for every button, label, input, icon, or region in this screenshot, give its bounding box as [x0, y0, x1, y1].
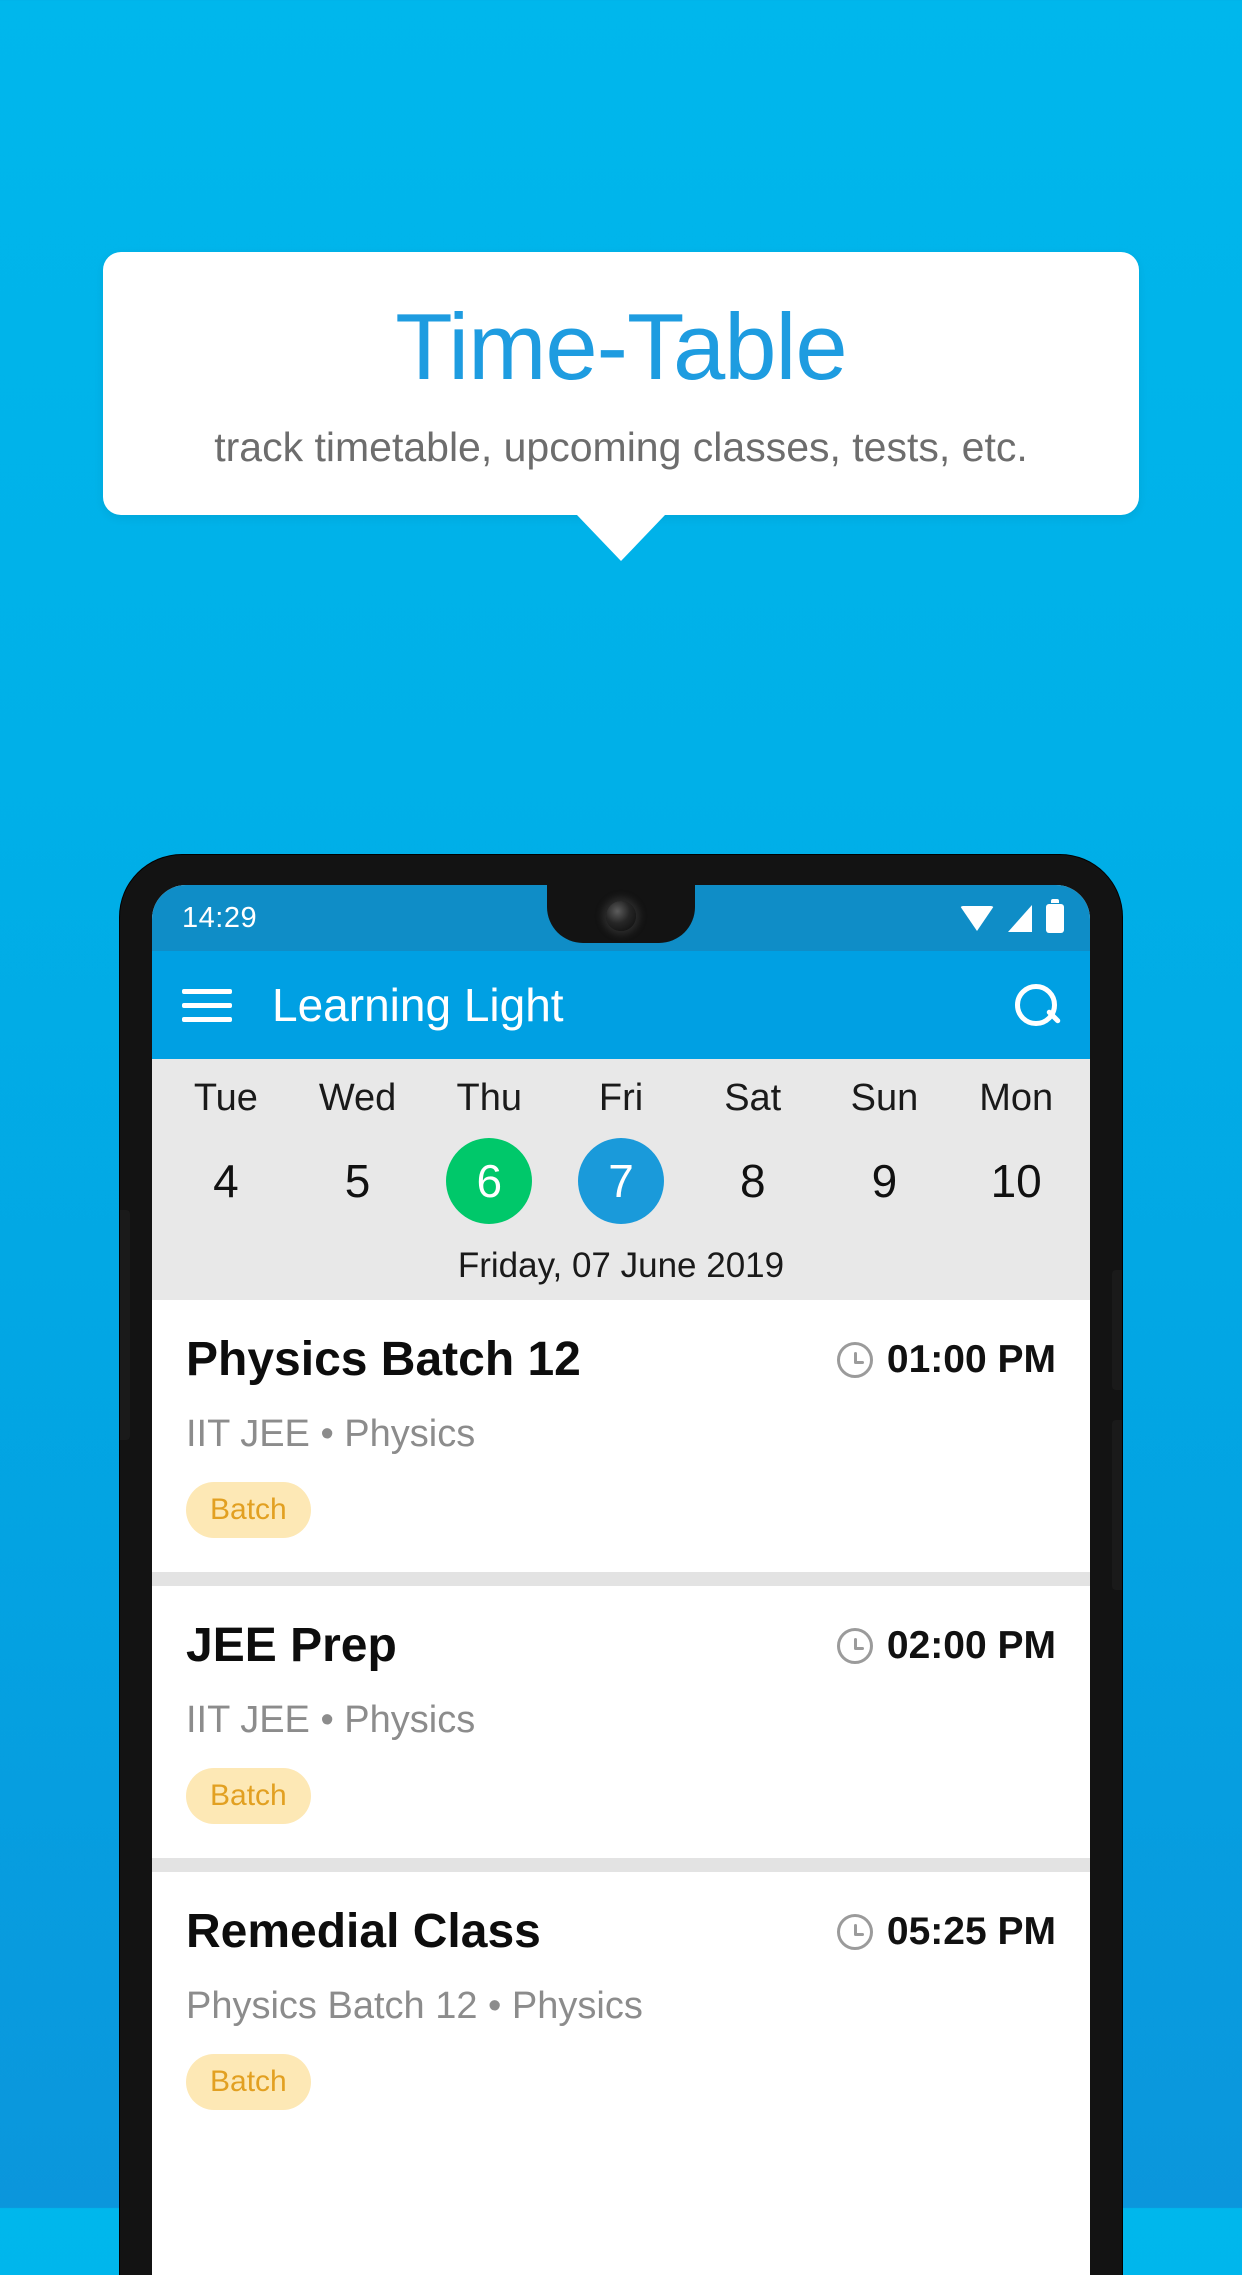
- day-number[interactable]: 9: [841, 1138, 927, 1224]
- promo-callout: Time-Table track timetable, upcoming cla…: [103, 252, 1139, 561]
- day-number[interactable]: 10: [973, 1138, 1059, 1224]
- clock-icon: [836, 1627, 873, 1664]
- day-cell-tue[interactable]: Tue 4: [160, 1077, 292, 1224]
- event-list: Physics Batch 12 01:00 PM IIT JEE • Physic…: [152, 1300, 1090, 2144]
- clock-icon: [836, 1913, 873, 1950]
- app-bar: Learning Light: [152, 951, 1090, 1059]
- event-card[interactable]: JEE Prep 02:00 PM IIT JEE • Physics Batch: [152, 1586, 1090, 1858]
- hamburger-line: [182, 988, 232, 994]
- day-name-label: Wed: [318, 1077, 397, 1119]
- event-time-label: 01:00 PM: [886, 1337, 1056, 1381]
- status-badge: Batch: [186, 1768, 311, 1824]
- event-header: JEE Prep 02:00 PM: [186, 1618, 1056, 1673]
- promo-card: Time-Table track timetable, upcoming cla…: [103, 252, 1139, 561]
- promo-subtitle: track timetable, upcoming classes, tests…: [214, 423, 1028, 470]
- day-cell-thu[interactable]: Thu 6: [423, 1077, 555, 1224]
- day-number[interactable]: 6: [446, 1138, 533, 1224]
- event-time-label: 05:25 PM: [886, 1909, 1056, 1953]
- day-name-label: Sun: [850, 1077, 919, 1119]
- day-number[interactable]: 8: [710, 1138, 796, 1224]
- hamburger-line: [182, 1016, 232, 1022]
- phone-power-button: [1112, 1270, 1122, 1390]
- search-icon[interactable]: [1012, 981, 1060, 1029]
- phone-volume-button: [120, 1210, 130, 1440]
- hamburger-line: [182, 1002, 232, 1008]
- week-calendar-strip: Tue 4 Wed 5 Thu 6 Fri 7 Sat 8 Sun 9 Mon 10 Friday, 07…: [152, 1059, 1090, 1300]
- front-camera-icon: [606, 901, 636, 931]
- day-number[interactable]: 5: [315, 1138, 401, 1224]
- status-badge: Batch: [186, 2054, 311, 2110]
- clock-icon: [836, 1341, 873, 1378]
- event-time: 01:00 PM: [836, 1337, 1056, 1382]
- event-time: 02:00 PM: [836, 1623, 1056, 1668]
- wifi-icon: [960, 905, 994, 931]
- day-number[interactable]: 7: [578, 1138, 665, 1224]
- event-card[interactable]: Physics Batch 12 01:00 PM IIT JEE • Physic…: [152, 1300, 1090, 1572]
- day-number[interactable]: 4: [183, 1138, 269, 1224]
- battery-icon: [1046, 898, 1064, 933]
- event-header: Remedial Class 05:25 PM: [186, 1904, 1056, 1959]
- status-time: 14:29: [182, 901, 258, 934]
- phone-mockup: 14:29 Learning Light Tue 4 Wed 5 Thu 6 Fri 7 Sat…: [120, 855, 1122, 2275]
- day-cell-sun[interactable]: Sun 9: [819, 1077, 951, 1224]
- day-name-label: Thu: [456, 1077, 523, 1119]
- app-title: Learning Light: [272, 979, 564, 1031]
- day-cell-mon[interactable]: Mon 10: [950, 1077, 1082, 1224]
- event-title: JEE Prep: [186, 1619, 397, 1672]
- phone-extra-button: [1112, 1420, 1122, 1590]
- event-card[interactable]: Remedial Class 05:25 PM Physics Batch 12 •…: [152, 1872, 1090, 2144]
- event-subtitle: IIT JEE • Physics: [186, 1413, 476, 1455]
- hamburger-menu-icon[interactable]: [182, 988, 232, 1022]
- phone-notch: [547, 885, 695, 943]
- status-bar: 14:29: [152, 885, 1090, 951]
- week-row: Tue 4 Wed 5 Thu 6 Fri 7 Sat 8 Sun 9 Mon 10: [152, 1077, 1090, 1224]
- callout-tail-icon: [577, 514, 665, 561]
- day-name-label: Fri: [598, 1077, 644, 1119]
- day-name-label: Tue: [193, 1077, 258, 1119]
- day-name-label: Mon: [979, 1077, 1054, 1119]
- status-icons: [960, 898, 1064, 933]
- event-time-label: 02:00 PM: [886, 1623, 1056, 1667]
- event-subtitle: IIT JEE • Physics: [186, 1699, 476, 1741]
- event-header: Physics Batch 12 01:00 PM: [186, 1332, 1056, 1387]
- event-title: Physics Batch 12: [186, 1333, 581, 1386]
- day-cell-fri[interactable]: Fri 7: [555, 1077, 687, 1224]
- event-subtitle: Physics Batch 12 • Physics: [186, 1985, 643, 2027]
- event-title: Remedial Class: [186, 1905, 541, 1958]
- event-time: 05:25 PM: [836, 1909, 1056, 1954]
- day-cell-sat[interactable]: Sat 8: [687, 1077, 819, 1224]
- status-badge: Batch: [186, 1482, 311, 1538]
- signal-icon: [1008, 904, 1032, 932]
- selected-date-label: Friday, 07 June 2019: [457, 1246, 785, 1285]
- phone-screen: 14:29 Learning Light Tue 4 Wed 5 Thu 6 Fri 7 Sat…: [152, 885, 1090, 2275]
- day-name-label: Sat: [724, 1077, 782, 1119]
- page-title: Time-Table: [395, 294, 847, 399]
- day-cell-wed[interactable]: Wed 5: [292, 1077, 424, 1224]
